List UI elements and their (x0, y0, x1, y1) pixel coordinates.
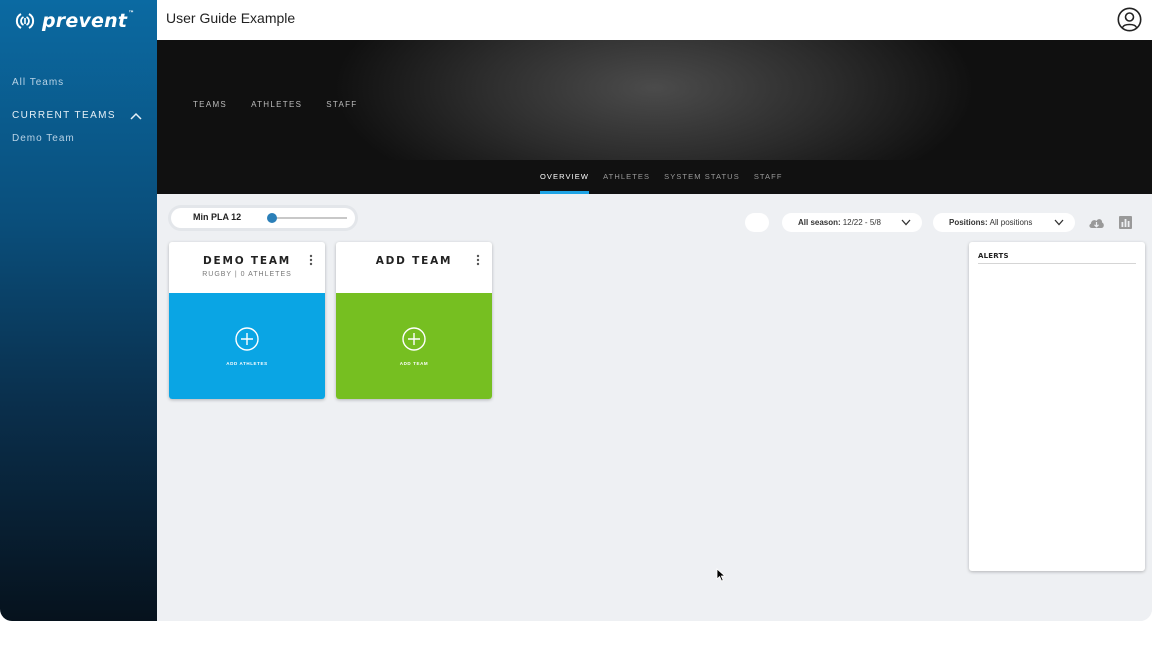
hero-nav-athletes[interactable]: ATHLETES (251, 100, 302, 109)
min-pla-slider[interactable]: Min PLA 12 (171, 208, 355, 228)
divider (978, 263, 1136, 264)
app-window: prevent™ All Teams CURRENT TEAMS Demo Te… (0, 0, 1152, 621)
subnav: OVERVIEW ATHLETES SYSTEM STATUS STAFF (157, 160, 1152, 194)
plus-circle-icon (402, 327, 426, 351)
logo-text: prevent™ (42, 10, 135, 32)
page-title: User Guide Example (166, 10, 296, 26)
season-dropdown[interactable]: All season: 12/22 - 5/8 (782, 213, 922, 232)
add-athletes-label: ADD ATHLETES (226, 361, 268, 366)
blank-filter-pill[interactable] (745, 213, 769, 232)
add-athletes-area[interactable]: ADD ATHLETES (169, 293, 325, 399)
kebab-menu-icon[interactable] (309, 254, 313, 266)
positions-value: All positions (989, 218, 1033, 227)
topbar: User Guide Example (157, 0, 1152, 40)
positions-label: Positions: (949, 218, 988, 227)
plus-circle-icon (235, 327, 259, 351)
subnav-tabs: OVERVIEW ATHLETES SYSTEM STATUS STAFF (540, 160, 783, 194)
hero-nav-teams[interactable]: TEAMS (193, 100, 227, 109)
chevron-up-icon[interactable] (130, 112, 142, 120)
sidebar-item-demo-team[interactable]: Demo Team (12, 133, 75, 144)
chevron-down-icon (901, 219, 911, 226)
card-title: DEMO TEAM (202, 255, 292, 267)
sidebar: prevent™ All Teams CURRENT TEAMS Demo Te… (0, 0, 157, 621)
add-team-area[interactable]: ADD TEAM (336, 293, 492, 399)
hero-nav: TEAMS ATHLETES STAFF (193, 100, 357, 109)
hero-banner: TEAMS ATHLETES STAFF (157, 40, 1152, 160)
tab-athletes[interactable]: ATHLETES (603, 160, 650, 194)
kebab-menu-icon[interactable] (476, 254, 480, 266)
slider-handle[interactable] (267, 213, 277, 223)
positions-dropdown[interactable]: Positions: All positions (933, 213, 1075, 232)
tab-staff[interactable]: STAFF (754, 160, 783, 194)
card-title: ADD TEAM (375, 255, 453, 267)
sidebar-section-current-teams[interactable]: CURRENT TEAMS (12, 110, 142, 121)
logo[interactable]: prevent™ (14, 10, 134, 32)
season-value: 12/22 - 5/8 (842, 218, 881, 227)
team-card-demo[interactable]: DEMO TEAM RUGBY | 0 ATHLETES ADD ATHLETE… (169, 242, 325, 399)
prevent-logo-icon (15, 13, 35, 29)
main-content: Min PLA 12 All season: 12/22 - 5/8 Posit… (157, 194, 1152, 621)
card-subtitle: RUGBY | 0 ATHLETES (202, 271, 292, 278)
season-label: All season: (798, 218, 841, 227)
team-card-add[interactable]: ADD TEAM ADD TEAM (336, 242, 492, 399)
slider-track[interactable] (269, 217, 347, 219)
user-icon[interactable] (1117, 7, 1142, 32)
hero-nav-staff[interactable]: STAFF (326, 100, 357, 109)
add-team-label: ADD TEAM (399, 361, 429, 366)
tab-system-status[interactable]: SYSTEM STATUS (664, 160, 740, 194)
cloud-download-icon[interactable] (1088, 216, 1105, 229)
chevron-down-icon (1054, 219, 1064, 226)
min-pla-label: Min PLA 12 (193, 212, 242, 222)
bar-chart-icon[interactable] (1119, 216, 1132, 229)
sidebar-section-label: CURRENT TEAMS (12, 110, 116, 121)
tab-overview[interactable]: OVERVIEW (540, 160, 590, 194)
sidebar-item-all-teams[interactable]: All Teams (12, 77, 64, 88)
trademark: ™ (128, 10, 135, 17)
alerts-panel: ALERTS (969, 242, 1145, 571)
cursor-icon (716, 568, 726, 582)
alerts-title: ALERTS (978, 252, 1009, 260)
